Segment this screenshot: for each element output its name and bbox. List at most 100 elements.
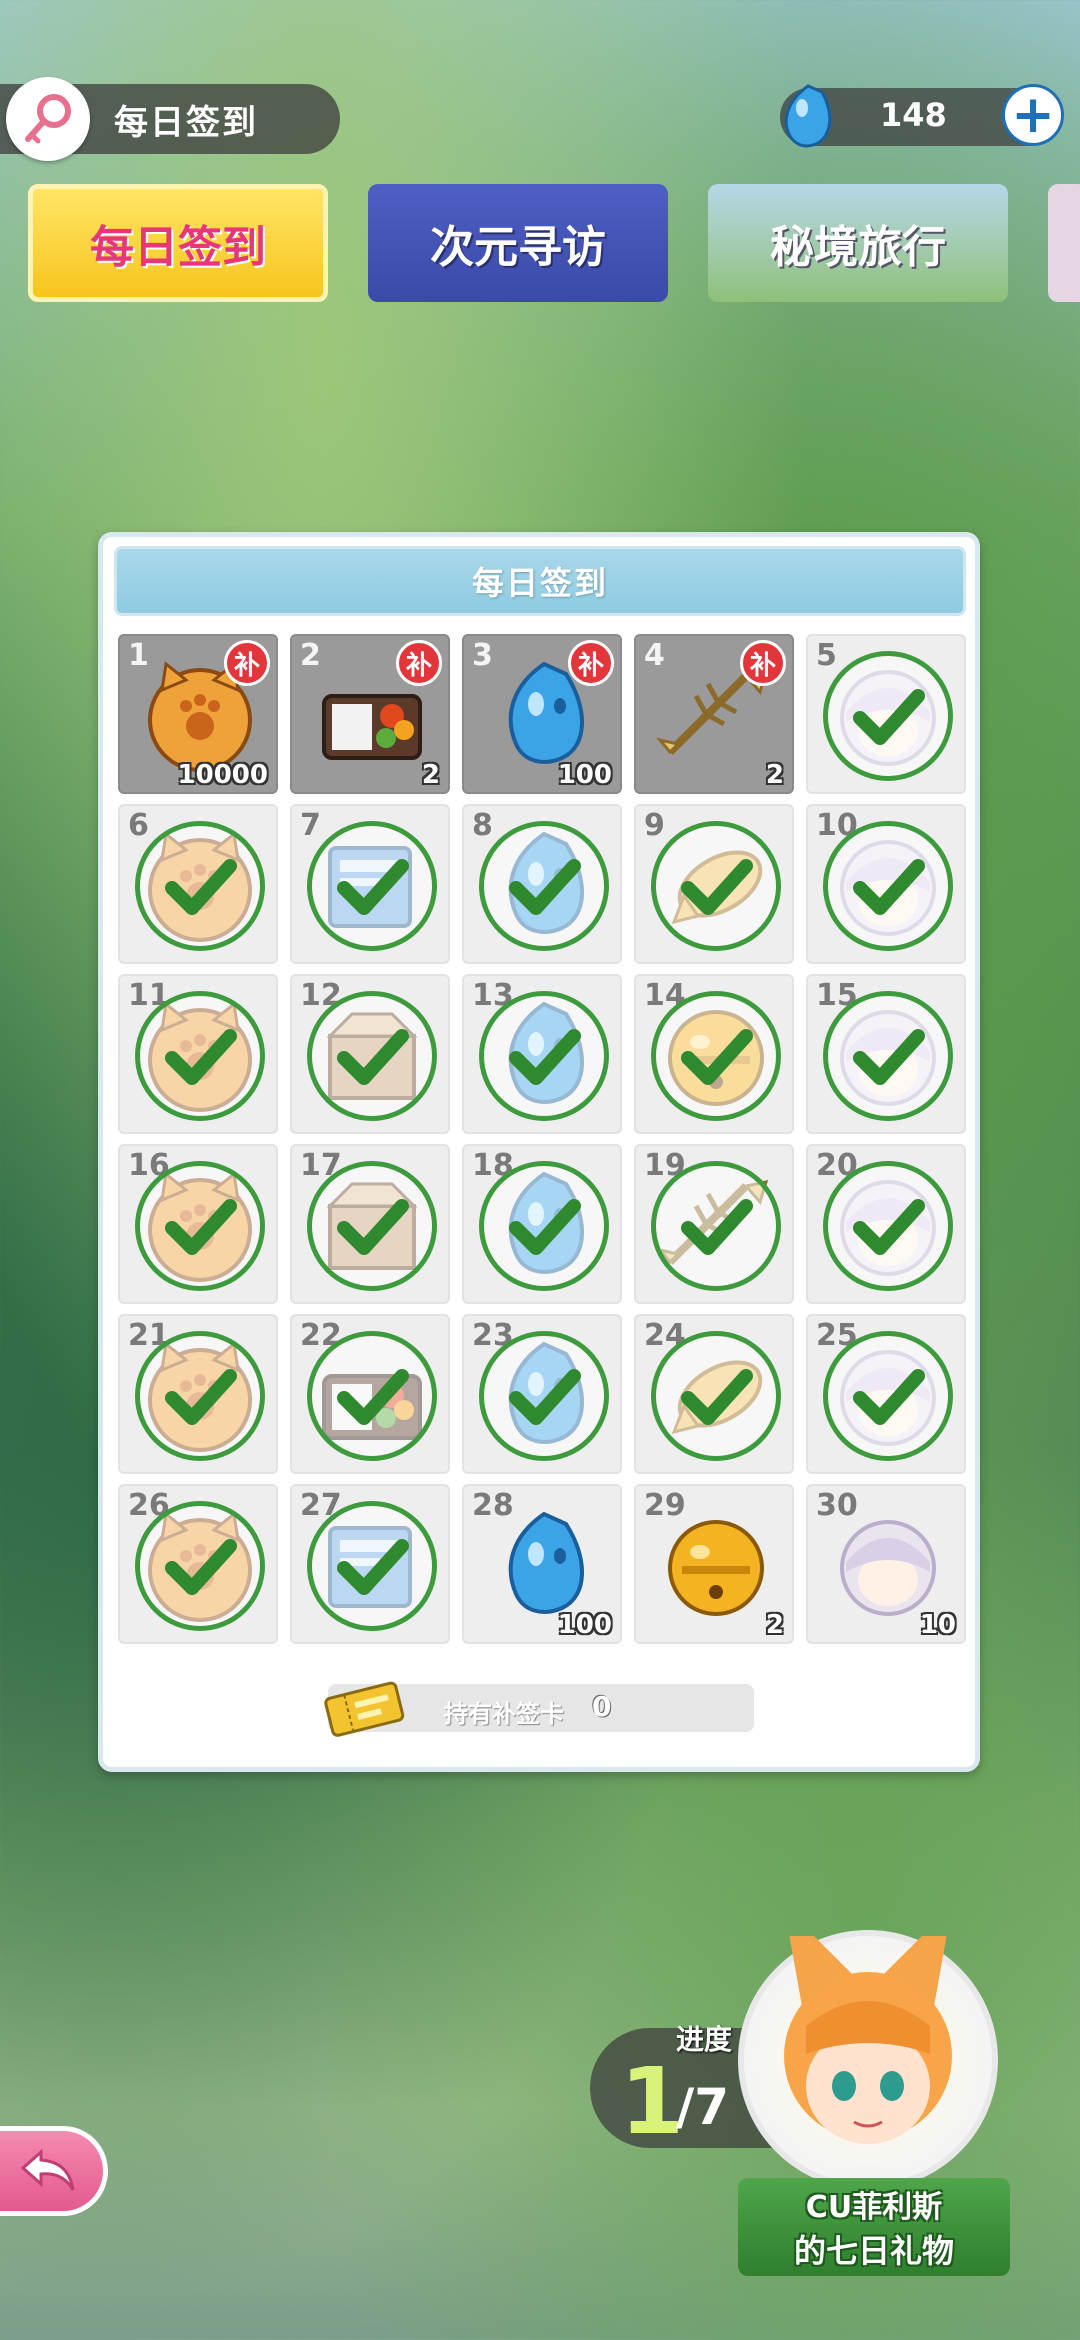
check-icon	[135, 991, 265, 1121]
day-cell-10[interactable]: 10	[806, 804, 966, 964]
day-cell-30[interactable]: 30 10	[806, 1484, 966, 1644]
day-number: 1	[128, 638, 149, 673]
reward-quantity: 2	[421, 760, 440, 790]
day-cell-12[interactable]: 12	[290, 974, 450, 1134]
makeup-badge[interactable]: 补	[740, 640, 786, 686]
day-cell-17[interactable]: 17	[290, 1144, 450, 1304]
tab-daily-signin[interactable]: 每日签到	[28, 184, 328, 302]
page-title-bar: 每日签到	[0, 77, 340, 161]
makeup-card-label: 持有补签卡	[444, 1700, 564, 1728]
check-icon	[651, 1331, 781, 1461]
gift-banner[interactable]: CU菲利斯 的七日礼物	[738, 2178, 1010, 2276]
day-cell-24[interactable]: 24	[634, 1314, 794, 1474]
check-icon	[651, 991, 781, 1121]
check-icon	[307, 991, 437, 1121]
reward-quantity: 10	[919, 1610, 956, 1640]
tab-label: 每日签到	[90, 222, 266, 273]
check-icon	[823, 1331, 953, 1461]
day-cell-15[interactable]: 15	[806, 974, 966, 1134]
makeup-badge[interactable]: 补	[224, 640, 270, 686]
progress-label: 进度	[676, 2023, 733, 2056]
panel-title: 每日签到	[114, 546, 966, 616]
back-arrow-icon	[20, 2148, 75, 2191]
panel-title-text: 每日签到	[471, 564, 608, 602]
back-button[interactable]	[0, 2126, 108, 2216]
avatar-icon	[840, 1520, 936, 1616]
check-icon	[823, 651, 953, 781]
check-icon	[307, 1331, 437, 1461]
day-number: 30	[816, 1488, 858, 1523]
plus-icon: +	[1011, 85, 1055, 145]
check-icon	[307, 821, 437, 951]
day-cell-26[interactable]: 26	[118, 1484, 278, 1644]
day-cell-9[interactable]: 9	[634, 804, 794, 964]
tab-label: 次元寻访	[430, 222, 606, 273]
day-cell-1[interactable]: 1 10000 补	[118, 634, 278, 794]
day-cell-25[interactable]: 25	[806, 1314, 966, 1474]
character-avatar-icon	[784, 1906, 952, 2144]
day-number: 28	[472, 1488, 514, 1523]
day-cell-8[interactable]: 8	[462, 804, 622, 964]
day-number: 29	[644, 1488, 686, 1523]
day-number: 2	[300, 638, 321, 673]
check-icon	[479, 821, 609, 951]
day-cell-16[interactable]: 16	[118, 1144, 278, 1304]
check-icon	[823, 1161, 953, 1291]
day-cell-18[interactable]: 18	[462, 1144, 622, 1304]
day-cell-21[interactable]: 21	[118, 1314, 278, 1474]
currency-value: 148	[880, 96, 947, 134]
makeup-badge[interactable]: 补	[568, 640, 614, 686]
reward-quantity: 100	[557, 1610, 612, 1640]
day-cell-27[interactable]: 27	[290, 1484, 450, 1644]
day-cell-23[interactable]: 23	[462, 1314, 622, 1474]
gem-icon	[508, 1511, 584, 1614]
day-cell-5[interactable]: 5	[806, 634, 966, 794]
check-icon	[651, 1161, 781, 1291]
makeup-card-bar: 持有补签卡 0	[324, 1681, 754, 1737]
check-icon	[651, 821, 781, 951]
check-icon	[307, 1161, 437, 1291]
day-cell-7[interactable]: 7	[290, 804, 450, 964]
day-cell-20[interactable]: 20	[806, 1144, 966, 1304]
tab-label: 秘境旅行	[770, 222, 946, 273]
bell-icon	[668, 1520, 764, 1616]
makeup-badge[interactable]: 补	[396, 640, 442, 686]
check-icon	[135, 1161, 265, 1291]
check-icon	[823, 821, 953, 951]
add-currency-button[interactable]: +	[1002, 84, 1064, 146]
day-cell-2[interactable]: 2 2 补	[290, 634, 450, 794]
day-number: 3	[472, 638, 493, 673]
day-cell-14[interactable]: 14	[634, 974, 794, 1134]
day-cell-29[interactable]: 29 2	[634, 1484, 794, 1644]
reward-quantity: 2	[765, 760, 784, 790]
day-cell-22[interactable]: 22	[290, 1314, 450, 1474]
day-cell-3[interactable]: 3 100 补	[462, 634, 622, 794]
day-cell-6[interactable]: 6	[118, 804, 278, 964]
reward-quantity: 100	[557, 760, 612, 790]
tab-more[interactable]	[1048, 184, 1080, 302]
day-cell-19[interactable]: 19	[634, 1144, 794, 1304]
ticket-icon	[320, 1676, 410, 1744]
page-title: 每日签到	[114, 102, 258, 143]
progress-total: /7	[676, 2078, 730, 2136]
reward-quantity: 2	[765, 1610, 784, 1640]
check-icon	[135, 1331, 265, 1461]
gift-title-line1: CU菲利斯	[805, 2190, 943, 2225]
key-icon	[6, 77, 90, 161]
check-icon	[823, 991, 953, 1121]
day-cell-13[interactable]: 13	[462, 974, 622, 1134]
currency-display: 148 +	[780, 84, 1064, 148]
check-icon	[479, 1161, 609, 1291]
tab-dimension-visit[interactable]: 次元寻访	[368, 184, 668, 302]
day-cell-4[interactable]: 4 2 补	[634, 634, 794, 794]
progress-current: 1	[620, 2048, 685, 2155]
makeup-card-count: 0	[592, 1690, 612, 1723]
day-cell-11[interactable]: 11	[118, 974, 278, 1134]
check-icon	[479, 991, 609, 1121]
tab-secret-journey[interactable]: 秘境旅行	[708, 184, 1008, 302]
day-cell-28[interactable]: 28 100	[462, 1484, 622, 1644]
check-icon	[307, 1501, 437, 1631]
gift-character-portrait[interactable]	[738, 1906, 998, 2190]
check-icon	[135, 1501, 265, 1631]
gift-title-line2: 的七日礼物	[793, 2232, 954, 2270]
